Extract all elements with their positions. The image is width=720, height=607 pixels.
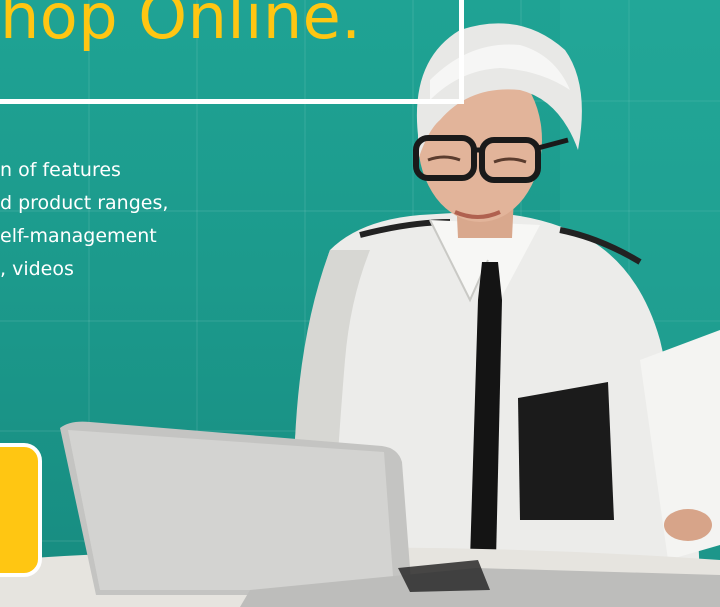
feature-line-3: elf-management <box>0 225 157 247</box>
hero-banner: hop Online. n of features d product rang… <box>0 0 720 607</box>
feature-line-4: , videos <box>0 258 74 280</box>
feature-list: n of features d product ranges, elf-mana… <box>0 154 168 286</box>
cta-button[interactable] <box>0 443 42 577</box>
page-title: hop Online. <box>0 0 362 53</box>
feature-line-2: d product ranges, <box>0 192 169 214</box>
feature-line-1: n of features <box>0 159 121 181</box>
